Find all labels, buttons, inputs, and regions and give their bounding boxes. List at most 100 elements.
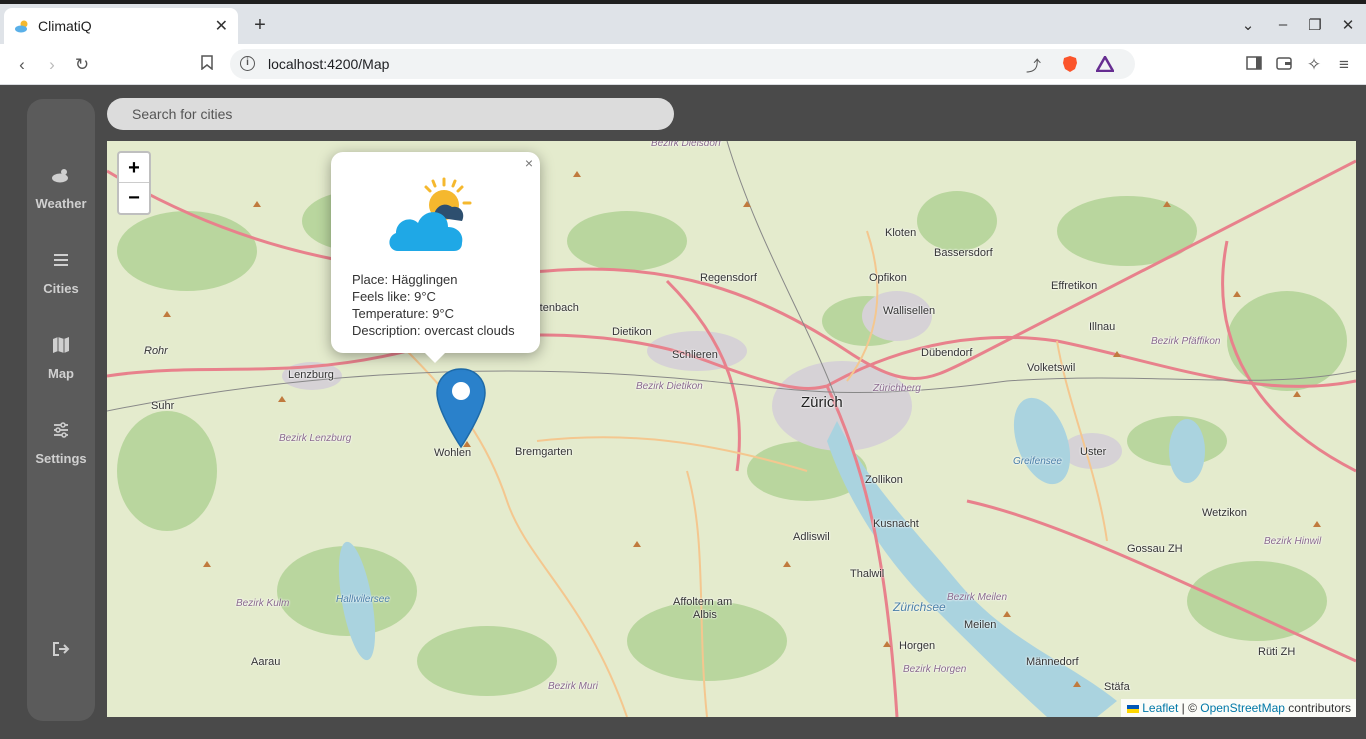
- city-search-input[interactable]: [107, 98, 674, 130]
- zoom-in-button[interactable]: +: [119, 153, 149, 183]
- map-label-gossau: Gossau ZH: [1127, 543, 1183, 555]
- close-tab-icon[interactable]: ✕: [215, 16, 228, 36]
- sidebar-item-settings[interactable]: Settings: [27, 420, 95, 468]
- back-icon[interactable]: ‹: [10, 53, 34, 77]
- map-label-bezirk-meilen: Bezirk Meilen: [947, 592, 1008, 603]
- leo-ai-icon[interactable]: ✧: [1302, 53, 1326, 77]
- map-label-uster: Uster: [1080, 446, 1107, 458]
- map-label-aarau: Aarau: [251, 656, 281, 668]
- browser-tabstrip: ClimatiQ ✕ + ⌄ ‒ ❐ ✕: [0, 0, 1366, 44]
- map-label-horgen: Horgen: [899, 640, 936, 652]
- map-label-dubendorf: Dübendorf: [921, 347, 973, 359]
- map-label-wetzikon: Wetzikon: [1202, 507, 1248, 519]
- sidebar-item-label: Cities: [43, 281, 79, 296]
- popup-weather-info: Place: Hägglingen Feels like: 9°C Temper…: [352, 271, 515, 339]
- map-label-opfikon: Opfikon: [869, 272, 907, 284]
- map-label-rohr: Rohr: [144, 345, 168, 357]
- map-label-meilen: Meilen: [964, 619, 997, 631]
- site-info-icon[interactable]: i: [240, 56, 255, 71]
- map-label-volketswil: Volketswil: [1027, 362, 1076, 374]
- map-label-effretikon: Effretikon: [1051, 280, 1098, 292]
- popup-place: Place: Hägglingen: [352, 272, 458, 287]
- map-label-affoltern: Affoltern am: [673, 596, 733, 608]
- sidebar-item-label: Weather: [35, 196, 87, 211]
- tab-search-icon[interactable]: ⌄: [1237, 16, 1259, 34]
- leaflet-map[interactable]: Zürich Kloten Bassersdorf Effretikon Reg…: [107, 141, 1356, 717]
- attribution-separator: | ©: [1178, 701, 1201, 715]
- brave-rewards-icon[interactable]: [1094, 54, 1116, 77]
- map-label-ruti: Rüti ZH: [1258, 646, 1296, 658]
- menu-icon[interactable]: ≡: [1332, 53, 1356, 77]
- map-label-bremgarten: Bremgarten: [515, 446, 573, 458]
- map-label-zurichberg: Zürichberg: [873, 383, 921, 394]
- browser-toolbar: ‹ › ↻ i localhost:4200/Map ⤴ ✧ ≡: [0, 44, 1366, 85]
- sidebar-item-label: Map: [48, 366, 74, 381]
- map-label-zurich: Zürich: [801, 394, 843, 411]
- close-window-button[interactable]: ✕: [1337, 16, 1359, 34]
- sidebar-toggle-icon[interactable]: [1242, 53, 1266, 77]
- sidebar-item-cities[interactable]: Cities: [27, 250, 95, 298]
- app-root: Weather Cities Map Settings Search for c…: [0, 85, 1366, 739]
- address-bar[interactable]: i localhost:4200/Map ⤴: [230, 49, 1135, 79]
- map-label-hallwilersee: Hallwilersee: [336, 594, 390, 605]
- map-label-wallisellen: Wallisellen: [883, 305, 936, 317]
- popup-description: Description: overcast clouds: [352, 323, 515, 338]
- ukraine-flag-icon: [1126, 704, 1139, 713]
- browser-tab[interactable]: ClimatiQ ✕: [4, 8, 238, 44]
- map-label-regensdorf: Regensdorf: [700, 272, 757, 284]
- map-label-bezirk-hinwil: Bezirk Hinwil: [1264, 536, 1322, 547]
- zoom-out-button[interactable]: −: [119, 183, 149, 213]
- map-label-bezirk-lenzburg: Bezirk Lenzburg: [279, 433, 352, 444]
- brave-shield-icon[interactable]: [1062, 55, 1078, 78]
- sidebar-item-weather[interactable]: Weather: [27, 165, 95, 213]
- popup-feels-like: Feels like: 9°C: [352, 289, 436, 304]
- logout-icon[interactable]: [51, 639, 71, 659]
- share-icon[interactable]: ⤴: [1026, 55, 1041, 76]
- url-text: localhost:4200/Map: [268, 56, 390, 72]
- bookmark-icon[interactable]: [195, 53, 219, 77]
- map-label-zurichsee: Zürichsee: [893, 600, 946, 614]
- map-attribution: Leaflet | © OpenStreetMap contributors: [1120, 699, 1356, 717]
- new-tab-button[interactable]: +: [250, 14, 270, 36]
- app-favicon-icon: [14, 18, 30, 34]
- list-icon: [51, 250, 71, 270]
- openstreetmap-link[interactable]: OpenStreetMap: [1200, 701, 1285, 715]
- sliders-icon: [51, 420, 71, 440]
- map-label-bezirk-dietikon: Bezirk Dietikon: [636, 381, 703, 392]
- map-label-bezirk-pfaffikon: Bezirk Pfäffikon: [1151, 336, 1221, 347]
- map-label-kloten: Kloten: [885, 227, 917, 239]
- map-label-lenzburg: Lenzburg: [288, 369, 334, 381]
- map-label-dietikon: Dietikon: [612, 326, 652, 338]
- map-label-albis: Albis: [693, 609, 717, 621]
- leaflet-link[interactable]: Leaflet: [1142, 701, 1178, 715]
- maximize-button[interactable]: ❐: [1304, 16, 1326, 34]
- map-label-suhr: Suhr: [151, 400, 175, 412]
- map-label-bezirk-dielsdorf: Bezirk Dielsdorf: [651, 141, 722, 149]
- map-label-mannedorf: Männedorf: [1026, 656, 1079, 668]
- cloud-sun-icon: [386, 177, 478, 255]
- map-label-adliswil: Adliswil: [793, 531, 830, 543]
- forward-icon[interactable]: ›: [40, 53, 64, 77]
- location-marker-icon[interactable]: [435, 367, 487, 449]
- map-label-bezirk-muri: Bezirk Muri: [548, 681, 599, 692]
- popup-close-button[interactable]: ×: [525, 155, 533, 171]
- zoom-control: + −: [117, 151, 151, 215]
- popup-temperature: Temperature: 9°C: [352, 306, 455, 321]
- map-label-illnau: Illnau: [1089, 321, 1116, 333]
- reload-icon[interactable]: ↻: [70, 53, 94, 77]
- attribution-contributors: contributors: [1284, 701, 1351, 715]
- map-label-zollikon: Zollikon: [865, 474, 903, 486]
- map-label-stafa: Stäfa: [1104, 681, 1130, 693]
- map-label-bezirk-kulm: Bezirk Kulm: [236, 598, 290, 609]
- wallet-icon[interactable]: [1272, 53, 1296, 77]
- cloud-sun-icon: [51, 165, 71, 185]
- tab-title: ClimatiQ: [38, 18, 92, 34]
- map-icon: [51, 335, 71, 355]
- map-label-schlieren: Schlieren: [672, 349, 718, 361]
- minimize-button[interactable]: ‒: [1272, 16, 1294, 33]
- map-tiles: [107, 141, 1356, 717]
- map-label-bezirk-horgen: Bezirk Horgen: [903, 664, 967, 675]
- sidebar-item-map[interactable]: Map: [27, 335, 95, 383]
- sidebar: Weather Cities Map Settings: [27, 99, 95, 721]
- map-label-kusnacht: Kusnacht: [873, 518, 919, 530]
